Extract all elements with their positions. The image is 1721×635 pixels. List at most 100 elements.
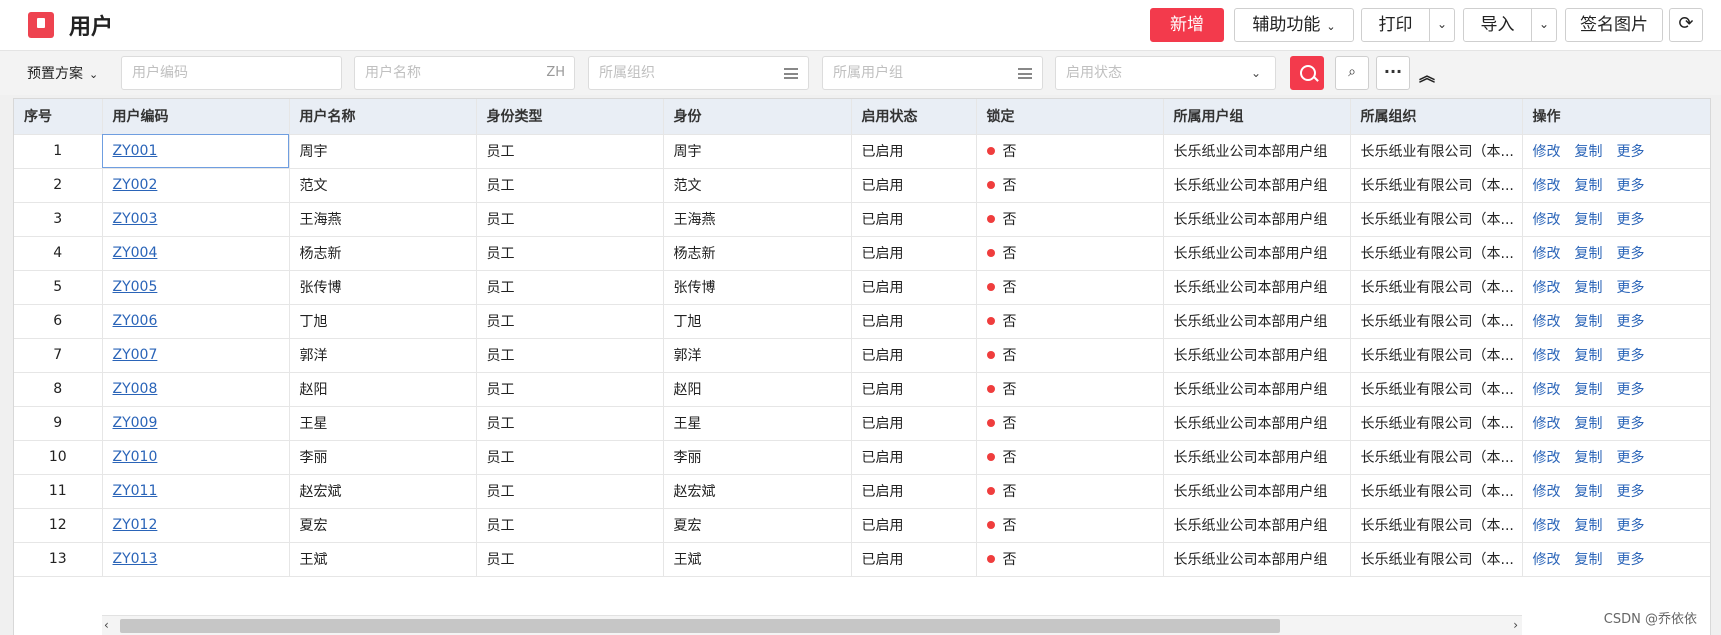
column-header[interactable]: 启用状态 [851, 99, 977, 135]
column-header[interactable]: 锁定 [976, 99, 1164, 135]
add-button[interactable]: 新增 [1150, 8, 1224, 42]
table-row[interactable]: 12 ZY012 夏宏 员工 夏宏 已启用 否 长乐纸业公司本部用户组 长乐纸业有限公司（本..… [14, 508, 1710, 543]
scrollbar-thumb[interactable] [120, 619, 1280, 633]
refresh-icon[interactable]: ⟳ [1669, 8, 1703, 42]
edit-link[interactable]: 修改 [1533, 382, 1561, 398]
table-row[interactable]: 11 ZY011 赵宏斌 员工 赵宏斌 已启用 否 长乐纸业公司本部用户组 长乐纸业有限公司（本… [14, 474, 1710, 509]
print-button[interactable]: 打印 [1361, 8, 1430, 42]
double-chevron-up-icon[interactable]: ︽ [1419, 62, 1435, 86]
more-link[interactable]: 更多 [1617, 348, 1645, 364]
edit-link[interactable]: 修改 [1533, 212, 1561, 228]
edit-link[interactable]: 修改 [1533, 314, 1561, 330]
user-code-link[interactable]: ZY001 [113, 143, 158, 159]
status-select[interactable]: 启用状态 ⌄ [1055, 56, 1276, 90]
user-code-link[interactable]: ZY012 [113, 517, 158, 533]
table-row[interactable]: 7 ZY007 郭洋 员工 郭洋 已启用 否 长乐纸业公司本部用户组 长乐纸业有限公司（本...… [14, 338, 1710, 373]
user-name-input[interactable]: 用户名称 ZH [354, 56, 575, 90]
table-row[interactable]: 2 ZY002 范文 员工 范文 已启用 否 长乐纸业公司本部用户组 长乐纸业有限公司（本...… [14, 168, 1710, 203]
copy-link[interactable]: 复制 [1575, 518, 1603, 534]
user-code-input[interactable]: 用户编码 [121, 56, 342, 90]
copy-link[interactable]: 复制 [1575, 552, 1603, 568]
copy-link[interactable]: 复制 [1575, 212, 1603, 228]
import-dropdown-icon[interactable]: ⌄ [1531, 8, 1557, 42]
scroll-right-icon[interactable]: › [1513, 616, 1518, 635]
user-code-link[interactable]: ZY004 [113, 245, 158, 261]
more-link[interactable]: 更多 [1617, 246, 1645, 262]
more-link[interactable]: 更多 [1617, 314, 1645, 330]
org-input[interactable]: 所属组织 [588, 56, 809, 90]
more-link[interactable]: 更多 [1617, 552, 1645, 568]
more-link[interactable]: 更多 [1617, 212, 1645, 228]
table-row[interactable]: 10 ZY010 李丽 员工 李丽 已启用 否 长乐纸业公司本部用户组 长乐纸业有限公司（本..… [14, 440, 1710, 475]
table-row[interactable]: 4 ZY004 杨志新 员工 杨志新 已启用 否 长乐纸业公司本部用户组 长乐纸业有限公司（本.… [14, 236, 1710, 271]
more-link[interactable]: 更多 [1617, 484, 1645, 500]
search-button[interactable] [1290, 56, 1324, 90]
user-code-link[interactable]: ZY002 [113, 177, 158, 193]
more-link[interactable]: 更多 [1617, 178, 1645, 194]
column-header[interactable]: 身份类型 [476, 99, 664, 135]
user-code-link[interactable]: ZY007 [113, 347, 158, 363]
more-link[interactable]: 更多 [1617, 382, 1645, 398]
table-row[interactable]: 5 ZY005 张传博 员工 张传博 已启用 否 长乐纸业公司本部用户组 长乐纸业有限公司（本.… [14, 270, 1710, 305]
copy-link[interactable]: 复制 [1575, 314, 1603, 330]
user-code-link[interactable]: ZY008 [113, 381, 158, 397]
table-row[interactable]: 1 ZY001 周宇 员工 周宇 已启用 否 长乐纸业公司本部用户组 长乐纸业有限公司（本...… [14, 134, 1710, 169]
language-suffix[interactable]: ZH [546, 57, 565, 89]
import-button[interactable]: 导入 [1463, 8, 1532, 42]
copy-link[interactable]: 复制 [1575, 178, 1603, 194]
user-code-link[interactable]: ZY006 [113, 313, 158, 329]
horizontal-scrollbar[interactable]: ‹ › [102, 615, 1522, 635]
edit-link[interactable]: 修改 [1533, 144, 1561, 160]
copy-link[interactable]: 复制 [1575, 280, 1603, 296]
user-code-link[interactable]: ZY011 [113, 483, 158, 499]
edit-link[interactable]: 修改 [1533, 246, 1561, 262]
user-code-link[interactable]: ZY003 [113, 211, 158, 227]
table-row[interactable]: 8 ZY008 赵阳 员工 赵阳 已启用 否 长乐纸业公司本部用户组 长乐纸业有限公司（本...… [14, 372, 1710, 407]
edit-link[interactable]: 修改 [1533, 416, 1561, 432]
user-code-link[interactable]: ZY013 [113, 551, 158, 567]
table-row[interactable]: 9 ZY009 王星 员工 王星 已启用 否 长乐纸业公司本部用户组 长乐纸业有限公司（本...… [14, 406, 1710, 441]
copy-link[interactable]: 复制 [1575, 484, 1603, 500]
column-header[interactable]: 用户名称 [289, 99, 477, 135]
signature-image-button[interactable]: 签名图片 [1565, 8, 1663, 42]
more-link[interactable]: 更多 [1617, 144, 1645, 160]
column-header[interactable]: 用户编码 [102, 99, 290, 135]
ellipsis-icon[interactable]: ··· [1376, 56, 1410, 90]
table-row[interactable]: 6 ZY006 丁旭 员工 丁旭 已启用 否 长乐纸业公司本部用户组 长乐纸业有限公司（本...… [14, 304, 1710, 339]
edit-link[interactable]: 修改 [1533, 280, 1561, 296]
row-number: 6 [53, 313, 63, 329]
edit-link[interactable]: 修改 [1533, 450, 1561, 466]
edit-link[interactable]: 修改 [1533, 484, 1561, 500]
filter-detail-icon[interactable]: ⌕ [1335, 56, 1369, 90]
user-group-input[interactable]: 所属用户组 [822, 56, 1043, 90]
edit-link[interactable]: 修改 [1533, 518, 1561, 534]
more-link[interactable]: 更多 [1617, 280, 1645, 296]
column-header[interactable]: 所属组织 [1350, 99, 1523, 135]
column-header[interactable]: 序号 [14, 99, 103, 135]
copy-link[interactable]: 复制 [1575, 450, 1603, 466]
edit-link[interactable]: 修改 [1533, 178, 1561, 194]
preset-scheme-dropdown[interactable]: 预置方案 ⌄ [27, 63, 98, 83]
user-code-link[interactable]: ZY009 [113, 415, 158, 431]
list-icon[interactable] [784, 68, 798, 79]
copy-link[interactable]: 复制 [1575, 144, 1603, 160]
more-link[interactable]: 更多 [1617, 416, 1645, 432]
user-code-link[interactable]: ZY010 [113, 449, 158, 465]
column-header[interactable]: 身份 [663, 99, 852, 135]
more-link[interactable]: 更多 [1617, 518, 1645, 534]
more-link[interactable]: 更多 [1617, 450, 1645, 466]
copy-link[interactable]: 复制 [1575, 348, 1603, 364]
column-header[interactable]: 所属用户组 [1163, 99, 1351, 135]
scroll-left-icon[interactable]: ‹ [104, 616, 109, 635]
list-icon[interactable] [1018, 68, 1032, 79]
copy-link[interactable]: 复制 [1575, 382, 1603, 398]
edit-link[interactable]: 修改 [1533, 552, 1561, 568]
table-row[interactable]: 3 ZY003 王海燕 员工 王海燕 已启用 否 长乐纸业公司本部用户组 长乐纸业有限公司（本.… [14, 202, 1710, 237]
copy-link[interactable]: 复制 [1575, 246, 1603, 262]
assist-functions-button[interactable]: 辅助功能 ⌄ [1234, 8, 1354, 42]
user-code-link[interactable]: ZY005 [113, 279, 158, 295]
table-row[interactable]: 13 ZY013 王斌 员工 王斌 已启用 否 长乐纸业公司本部用户组 长乐纸业有限公司（本..… [14, 542, 1710, 577]
edit-link[interactable]: 修改 [1533, 348, 1561, 364]
print-dropdown-icon[interactable]: ⌄ [1429, 8, 1455, 42]
copy-link[interactable]: 复制 [1575, 416, 1603, 432]
